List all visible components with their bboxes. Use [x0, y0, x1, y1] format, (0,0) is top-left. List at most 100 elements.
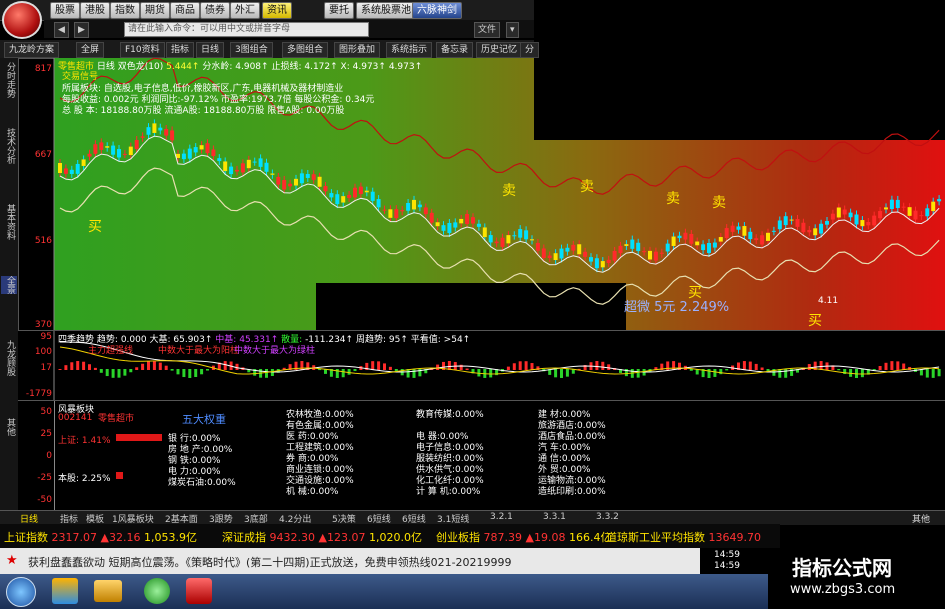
toolbar-system[interactable]: 系统指示: [386, 42, 433, 58]
menu-futures[interactable]: 期货: [140, 2, 170, 19]
indicator-bar: [672, 361, 676, 370]
candle-body: [571, 244, 576, 251]
toolbar-3chart[interactable]: 3图组合: [230, 42, 273, 58]
toolbar-daily[interactable]: 日线: [196, 42, 225, 58]
wind-five: 五大权重: [182, 413, 226, 426]
sector-item: 汽 车:0.00%: [538, 443, 591, 453]
y-axis-bottom: 370: [34, 320, 52, 330]
candle-body: [441, 225, 446, 231]
bottom-tab[interactable]: 3.2.1: [490, 512, 513, 522]
news-ticker[interactable]: ★ 获利盘蠢蠢欲动 短期高位震荡。《策略时代》(第二十四期)正式放送，免费申领热…: [0, 548, 780, 574]
candle-body: [783, 216, 788, 226]
folder-icon[interactable]: [94, 580, 122, 602]
toolbar-memo[interactable]: 备忘录: [436, 42, 474, 58]
search-input[interactable]: 请在此输入命令：可以用中文或拼音字母: [124, 22, 369, 37]
toolbar-scheme[interactable]: 九龙岭方案: [4, 42, 60, 58]
indicator-bar: [931, 369, 935, 378]
stock-app-icon[interactable]: [186, 578, 212, 604]
bottom-tab[interactable]: 3.3.1: [543, 512, 566, 522]
index-quote[interactable]: 深证成指 9432.30 ▲123.07 1,020.0亿: [222, 529, 422, 545]
index-quote[interactable]: 道琼斯工业平均指数 13649.70: [606, 529, 761, 545]
candle-body: [648, 250, 652, 260]
candle-body: [406, 202, 411, 211]
toolbar-history[interactable]: 历史记忆: [476, 42, 523, 58]
ind-axis-0: 95: [40, 332, 52, 342]
start-button-icon[interactable]: [6, 577, 36, 607]
y-axis-mid2: 516: [34, 236, 52, 246]
app-logo[interactable]: [2, 1, 42, 39]
app-icon[interactable]: [52, 578, 78, 604]
other-tab[interactable]: 其他: [912, 512, 930, 525]
menu-stock-pool[interactable]: 系统股票池: [356, 2, 416, 19]
toolbar-more[interactable]: 分: [520, 42, 540, 58]
indicator-line3: 中数大于最大为阳柱: [158, 346, 240, 356]
toolbar-multichart[interactable]: 多图组合: [282, 42, 329, 58]
indicator-bar: [506, 366, 510, 370]
file-menu[interactable]: 文件: [474, 22, 501, 38]
menu-forex[interactable]: 外汇: [230, 2, 260, 19]
indicator-bar: [223, 361, 227, 370]
candle-body: [93, 144, 98, 154]
sector-item: 教育传媒:0.00%: [416, 410, 484, 420]
indicator-bar: [937, 369, 941, 377]
stoploss-value: 4.172↑: [304, 62, 338, 72]
sell-signal: 卖: [666, 191, 680, 207]
forward-button[interactable]: ▶: [74, 22, 89, 38]
menu-index[interactable]: 指数: [110, 2, 140, 19]
sector-item: 旅游酒店:0.00%: [538, 421, 606, 431]
sidebar-tab-basic[interactable]: 基本资料: [1, 204, 17, 240]
sector-item: 房 地 产:0.00%: [168, 445, 233, 455]
sidebar-tab-jiulong[interactable]: 九龙顾股: [1, 340, 17, 376]
candle-body: [447, 222, 452, 233]
browser-icon[interactable]: [144, 578, 170, 604]
menu-yaotuo[interactable]: 要托: [324, 2, 354, 19]
indicator-bar: [884, 362, 888, 370]
sidebar-tab-overview[interactable]: 全景: [1, 276, 17, 294]
sidebar-tab-intraday[interactable]: 分时走势: [1, 62, 17, 98]
candle-body: [565, 247, 570, 252]
sidebar-tab-other[interactable]: 其他: [1, 418, 17, 436]
menu-hk[interactable]: 港股: [80, 2, 110, 19]
candle-body: [807, 229, 812, 233]
candle-body: [547, 255, 552, 259]
indicator-bar: [896, 361, 900, 370]
indicator-bar: [111, 369, 115, 378]
candle-body: [606, 259, 611, 264]
candle-body: [777, 220, 782, 230]
indicator-panel[interactable]: 四季趋势 趋势: 0.000 大基: 65.903↑ 中基: 45.331↑ 散…: [18, 330, 945, 401]
candle-body: [937, 199, 942, 202]
candle-body: [63, 168, 68, 174]
index-quotes-bar: 上证指数 2317.07 ▲32.16 1,053.9亿 深证成指 9432.30…: [0, 524, 780, 548]
toolbar-overlay[interactable]: 图形叠加: [334, 42, 381, 58]
toolbar-fullscreen[interactable]: 全屏: [76, 42, 105, 58]
dropdown-icon[interactable]: ▾: [506, 22, 519, 38]
sector-storm-panel[interactable]: 50 25 0 -25 -50 风暴板块 002141 零售超市 五大权重 上证…: [18, 400, 945, 511]
sidebar-tab-technical[interactable]: 技术分析: [1, 128, 17, 164]
menu-commodity[interactable]: 商品: [170, 2, 200, 19]
index-quote[interactable]: 创业板指 787.39 ▲19.08 166.4亿: [436, 529, 611, 545]
candle-body: [193, 147, 198, 153]
kline-chart[interactable]: 817 667 516 370 零售超市 日线 双色龙(10) 5.444↑ 分…: [18, 58, 945, 330]
candle-body: [264, 162, 269, 172]
bottom-tab[interactable]: 3.3.2: [596, 512, 619, 522]
sector-item: 运输物流:0.00%: [538, 476, 606, 486]
menu-bonds[interactable]: 债券: [200, 2, 230, 19]
indicator-bar: [82, 361, 86, 370]
candle-body: [889, 199, 894, 210]
back-button[interactable]: ◀: [54, 22, 69, 38]
candle-body: [258, 158, 263, 167]
index-quote[interactable]: 上证指数 2317.07 ▲32.16 1,053.9亿: [4, 529, 197, 545]
indicator-bar: [595, 361, 599, 370]
menu-news[interactable]: 资讯: [262, 2, 292, 19]
ind-axis-2: 17: [40, 363, 52, 373]
toolbar-indicator[interactable]: 指标: [166, 42, 195, 58]
candle-body: [388, 209, 393, 218]
candle-body: [199, 145, 204, 150]
menu-liumai[interactable]: 六脉神剑: [412, 2, 462, 19]
indicator-bar: [88, 364, 91, 370]
candle-body: [600, 261, 605, 268]
candle-body: [58, 163, 62, 173]
sector-item: 煤炭石油:0.00%: [168, 478, 236, 488]
toolbar-f10[interactable]: F10资料: [120, 42, 165, 58]
menu-stocks[interactable]: 股票: [50, 2, 80, 19]
